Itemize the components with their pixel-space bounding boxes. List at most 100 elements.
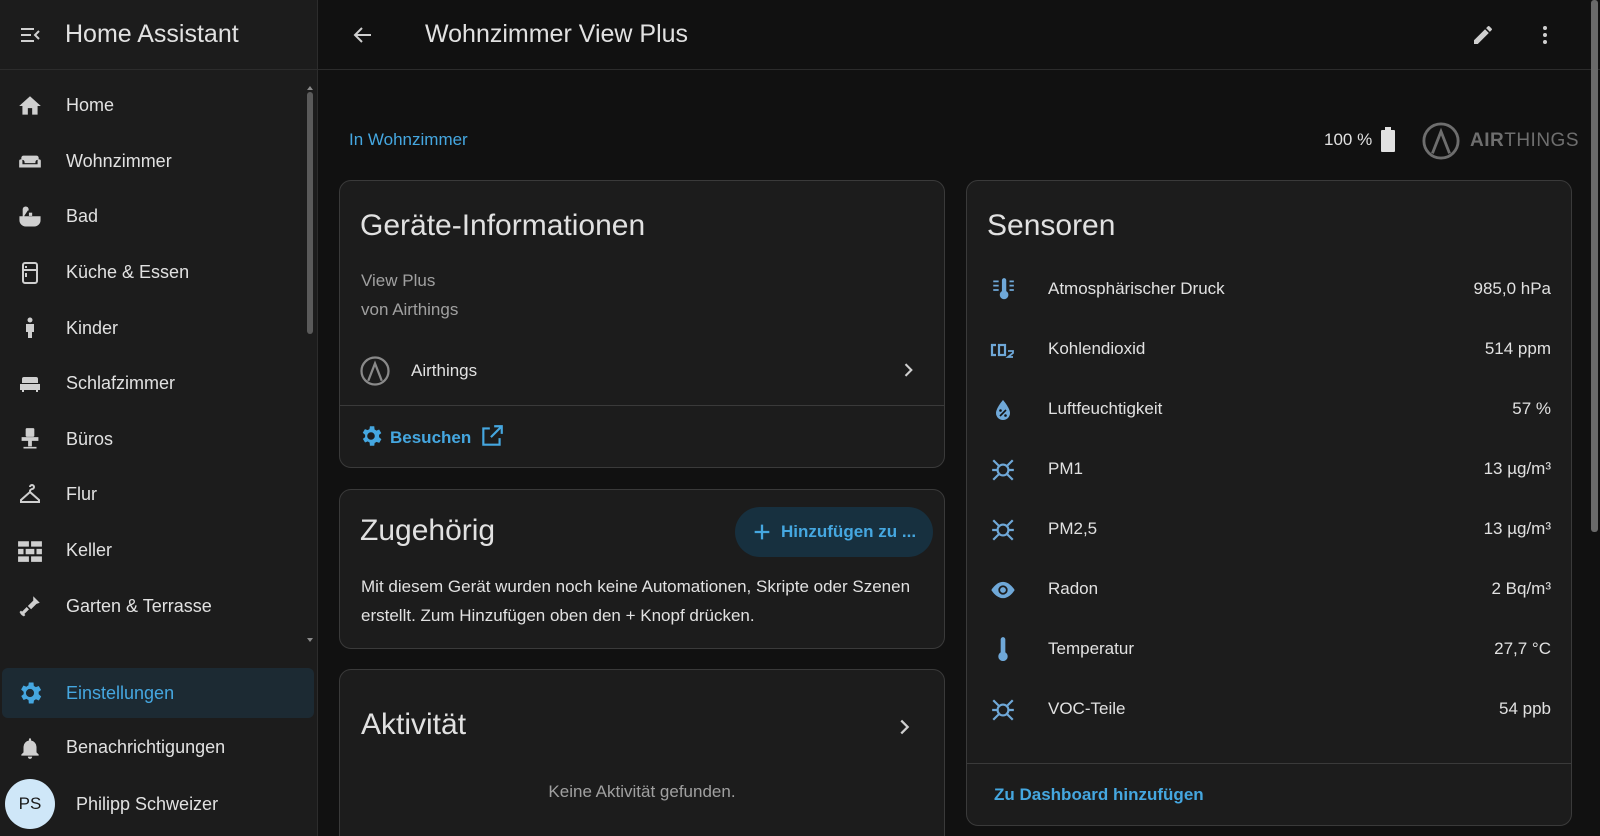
area-link[interactable]: In Wohnzimmer [349,130,468,150]
activity-card[interactable]: Aktivität Keine Aktivität gefunden. [339,669,945,836]
card-title: Aktivität [361,708,467,741]
particles-icon [989,456,1017,484]
cog-icon [16,679,44,707]
sidebar-item-bad[interactable]: Bad [0,189,310,245]
sidebar-item-label: Wohnzimmer [66,150,172,171]
sidebar-item-user[interactable]: PS Philipp Schweizer [0,776,310,832]
wall-icon [16,537,44,565]
sidebar-scrollbar[interactable] [307,92,313,334]
add-to-dashboard-button[interactable]: Zu Dashboard hinzufügen [994,785,1204,805]
bathtub-icon [16,203,44,231]
device-model: View Plus [361,271,436,290]
page-title: Wohnzimmer View Plus [425,20,689,48]
activity-empty-text: Keine Aktivität gefunden. [548,782,736,801]
sensor-name: Atmosphärischer Druck [1048,279,1225,298]
sidebar-item-bueros[interactable]: Büros [0,412,310,468]
airthings-logo-icon [1422,122,1460,160]
divider [967,763,1571,764]
scroll-up-arrow-icon[interactable] [307,86,313,90]
sensor-value: 13 µg/m³ [1483,459,1551,478]
sensor-name: VOC-Teile [1048,699,1126,718]
home-icon [16,92,44,120]
sensor-value: 514 ppm [1484,339,1551,358]
child-icon [16,314,44,342]
sofa-icon [16,147,44,175]
card-title: Geräte-Informationen [360,209,646,242]
sensor-name: Radon [1048,579,1099,598]
chevron-right-icon [898,360,918,380]
sensor-name: Temperatur [1048,639,1134,658]
pencil-icon[interactable] [1468,20,1498,50]
fridge-icon [16,259,44,287]
sidebar-item-label: Garten & Terrasse [66,595,212,616]
card-title: Zugehörig [360,514,496,547]
bed-icon [16,370,44,398]
card-title: Sensoren [987,209,1116,242]
page-scrollbar[interactable] [1591,0,1598,532]
user-name: Philipp Schweizer [76,793,219,814]
sidebar-item-label: Keller [66,540,113,561]
add-to-button[interactable]: Hinzufügen zu ... [735,507,933,557]
sensor-value: 2 Bq/m³ [1491,579,1551,598]
sidebar-item-settings[interactable]: Einstellungen [2,668,314,718]
chevron-right-icon[interactable] [893,716,915,738]
sensor-row-radon[interactable]: Radon 2 Bq/m³ [967,560,1571,620]
brand-logo: AIRTHINGS [1422,121,1579,161]
sidebar-item-garten[interactable]: Garten & Terrasse [0,578,310,634]
sidebar-item-label: Büros [66,428,114,449]
sidebar-item-notifications[interactable]: Benachrichtigungen [0,720,310,775]
related-card: Zugehörig Hinzufügen zu ... Mit diesem G… [339,489,945,649]
brand-text: AIRTHINGS [1470,130,1580,151]
sensor-value: 13 µg/m³ [1483,519,1551,538]
sidebar-item-schlafzimmer[interactable]: Schlafzimmer [0,356,310,412]
open-in-new-icon [479,423,505,454]
scroll-down-arrow-icon[interactable] [307,638,313,642]
office-chair-icon [16,425,44,453]
sidebar-item-keller[interactable]: Keller [0,523,310,579]
battery-icon [1381,127,1395,152]
sensor-value: 57 % [1512,399,1551,418]
plus-icon [751,521,773,543]
cog-icon [358,423,384,454]
sensor-row-pressure[interactable]: Atmosphärischer Druck 985,0 hPa [967,260,1571,320]
sidebar-item-flur[interactable]: Flur [0,467,310,523]
airthings-logo-icon [360,356,390,386]
sidebar-item-kueche[interactable]: Küche & Essen [0,245,310,301]
sensor-row-co2[interactable]: Kohlendioxid 514 ppm [967,320,1571,380]
thermometer-icon [989,636,1017,664]
sensors-card: Sensoren Atmosphärischer Druck 985,0 hPa… [966,180,1572,826]
visit-button[interactable]: Besuchen [358,423,505,453]
sidebar-item-label: Bad [66,206,99,227]
sensor-name: PM1 [1048,459,1083,478]
thermometer-lines-icon [989,276,1017,304]
particles-icon [989,516,1017,544]
sidebar-nav: Home Wohnzimmer Bad Küche & Essen Kinder… [0,78,310,634]
water-percent-icon [989,396,1017,424]
device-info-card: Geräte-Informationen View Plus von Airth… [339,180,945,468]
sensor-row-temperature[interactable]: Temperatur 27,7 °C [967,620,1571,680]
sidebar-header: Home Assistant [0,0,317,70]
more-vertical-icon[interactable] [1530,20,1560,50]
sidebar-item-label: Schlafzimmer [66,373,176,394]
sensor-row-pm1[interactable]: PM1 13 µg/m³ [967,440,1571,500]
sensor-row-humidity[interactable]: Luftfeuchtigkeit 57 % [967,380,1571,440]
top-bar: Wohnzimmer View Plus [318,0,1600,70]
sensor-value: 985,0 hPa [1473,279,1551,298]
divider [340,405,944,406]
eye-icon [989,576,1017,604]
bell-icon [16,734,44,762]
sidebar-item-wohnzimmer[interactable]: Wohnzimmer [0,134,310,190]
sidebar-item-label: Home [66,95,115,116]
sensor-name: Kohlendioxid [1048,339,1146,358]
co2-icon [989,336,1017,364]
back-arrow-icon[interactable] [348,20,378,50]
menu-collapse-icon[interactable] [15,20,45,50]
sensor-row-pm25[interactable]: PM2,5 13 µg/m³ [967,500,1571,560]
sidebar-item-home[interactable]: Home [0,78,310,134]
sensor-row-voc[interactable]: VOC-Teile 54 ppb [967,680,1571,740]
related-empty-text: Mit diesem Gerät wurden noch keine Autom… [361,577,911,625]
sidebar-item-kinder[interactable]: Kinder [0,300,310,356]
sidebar-item-label: Küche & Essen [66,262,190,283]
visit-label: Besuchen [390,428,472,447]
integration-row[interactable]: Airthings [340,346,944,396]
